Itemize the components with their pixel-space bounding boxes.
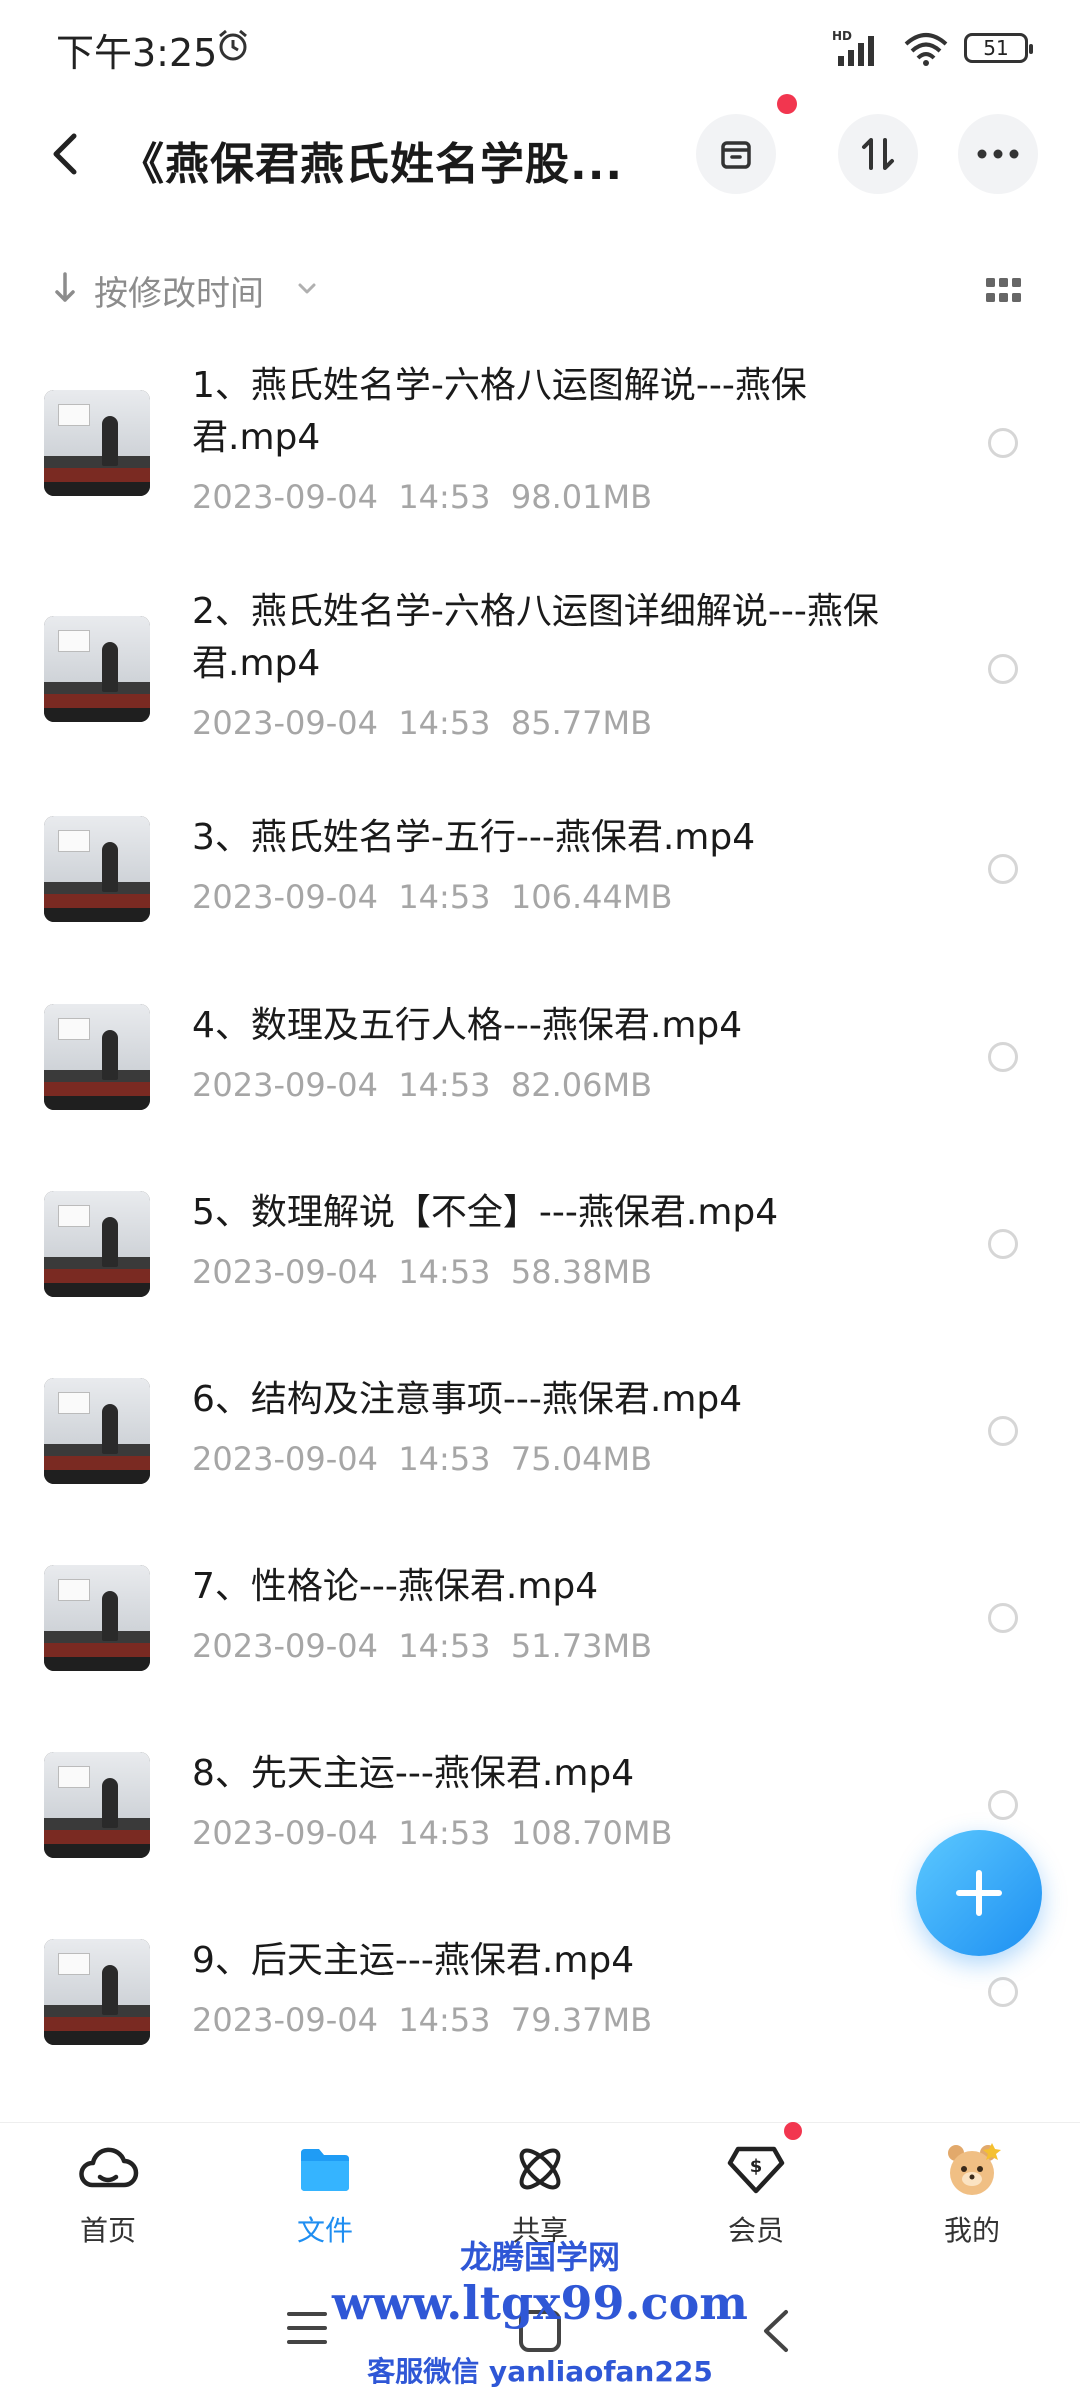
network-label: HD bbox=[832, 29, 852, 43]
archive-icon bbox=[721, 141, 751, 169]
cloud-icon bbox=[79, 2147, 139, 2188]
file-date: 2023-09-04 bbox=[192, 878, 378, 916]
file-meta: 2023-09-04 14:53 58.38MB bbox=[192, 1253, 652, 1291]
sort-label[interactable]: 按修改时间 bbox=[94, 266, 264, 315]
transfer-button[interactable] bbox=[838, 114, 918, 194]
notification-dot bbox=[777, 94, 797, 114]
video-thumbnail bbox=[44, 1565, 150, 1671]
file-time: 14:53 bbox=[398, 1814, 491, 1852]
signal-icon: HD bbox=[832, 29, 874, 66]
video-thumbnail bbox=[44, 1191, 150, 1297]
file-size: 58.38MB bbox=[510, 1253, 653, 1291]
back-button[interactable] bbox=[40, 126, 92, 182]
select-radio[interactable] bbox=[988, 854, 1018, 884]
file-meta: 2023-09-04 14:53 85.77MB bbox=[192, 704, 652, 742]
grid-view-icon[interactable] bbox=[986, 276, 1022, 306]
video-thumbnail bbox=[44, 1939, 150, 2045]
plus-icon bbox=[956, 1870, 1002, 1916]
file-time: 14:53 bbox=[398, 478, 491, 516]
file-date: 2023-09-04 bbox=[192, 704, 378, 742]
file-date: 2023-09-04 bbox=[192, 1814, 378, 1852]
avatar-icon bbox=[948, 2143, 1001, 2195]
vip-notification-dot bbox=[784, 2122, 802, 2140]
file-meta: 2023-09-04 14:53 108.70MB bbox=[192, 1814, 672, 1852]
status-bar: 下午3:25 HD 51 bbox=[0, 0, 1080, 96]
file-meta: 2023-09-04 14:53 79.37MB bbox=[192, 2001, 652, 2039]
atom-icon bbox=[519, 2148, 561, 2190]
status-time: 下午3:25 bbox=[56, 31, 218, 75]
file-date: 2023-09-04 bbox=[192, 1627, 378, 1665]
page-title: 《燕保君燕氏姓名学股... bbox=[120, 139, 624, 190]
file-time: 14:53 bbox=[398, 704, 491, 742]
file-name: 6、结构及注意事项---燕保君.mp4 bbox=[192, 1379, 743, 1420]
file-date: 2023-09-04 bbox=[192, 1066, 378, 1104]
file-size: 98.01MB bbox=[510, 478, 653, 516]
file-name: 3、燕氏姓名学-五行---燕保君.mp4 bbox=[192, 817, 756, 858]
select-radio[interactable] bbox=[988, 654, 1018, 684]
file-time: 14:53 bbox=[398, 1440, 491, 1478]
file-size: 75.04MB bbox=[510, 1440, 653, 1478]
archive-button[interactable] bbox=[696, 114, 776, 194]
battery-indicator: 51 bbox=[964, 33, 1033, 63]
file-size: 82.06MB bbox=[510, 1066, 653, 1104]
file-date: 2023-09-04 bbox=[192, 1253, 378, 1291]
file-meta: 2023-09-04 14:53 82.06MB bbox=[192, 1066, 652, 1104]
file-size: 51.73MB bbox=[510, 1627, 653, 1665]
watermark-contact: 客服微信 yanliaofan225 bbox=[367, 2355, 713, 2388]
file-date: 2023-09-04 bbox=[192, 1440, 378, 1478]
svg-text:$: $ bbox=[750, 2156, 763, 2177]
more-button[interactable] bbox=[958, 114, 1038, 194]
video-thumbnail bbox=[44, 1752, 150, 1858]
video-thumbnail bbox=[44, 816, 150, 922]
select-radio[interactable] bbox=[988, 1603, 1018, 1633]
header: 《燕保君燕氏姓名学股... bbox=[0, 100, 1080, 210]
file-meta: 2023-09-04 14:53 106.44MB bbox=[192, 878, 672, 916]
select-radio[interactable] bbox=[988, 1042, 1018, 1072]
file-meta: 2023-09-04 14:53 51.73MB bbox=[192, 1627, 652, 1665]
select-radio[interactable] bbox=[988, 1790, 1018, 1820]
battery-level: 51 bbox=[983, 36, 1009, 60]
file-name: 2、燕氏姓名学-六格八运图详细解说---燕保君.mp4 bbox=[192, 591, 879, 684]
wifi-icon bbox=[904, 33, 948, 66]
file-size: 106.44MB bbox=[510, 878, 673, 916]
file-time: 14:53 bbox=[398, 1066, 491, 1104]
file-size: 108.70MB bbox=[510, 1814, 673, 1852]
select-radio[interactable] bbox=[988, 1229, 1018, 1259]
file-name: 4、数理及五行人格---燕保君.mp4 bbox=[192, 1005, 743, 1046]
select-radio[interactable] bbox=[988, 1977, 1018, 2007]
file-date: 2023-09-04 bbox=[192, 478, 378, 516]
file-time: 14:53 bbox=[398, 1253, 491, 1291]
file-name: 9、后天主运---燕保君.mp4 bbox=[192, 1940, 635, 1981]
video-thumbnail bbox=[44, 1378, 150, 1484]
file-time: 14:53 bbox=[398, 2001, 491, 2039]
file-meta: 2023-09-04 14:53 98.01MB bbox=[192, 478, 652, 516]
watermark-site-name: 龙腾国学网 bbox=[459, 2238, 620, 2276]
sort-bar[interactable]: 按修改时间 bbox=[0, 250, 1080, 330]
select-radio[interactable] bbox=[988, 1416, 1018, 1446]
file-meta: 2023-09-04 14:53 75.04MB bbox=[192, 1440, 652, 1478]
file-size: 85.77MB bbox=[510, 704, 653, 742]
file-name: 7、性格论---燕保君.mp4 bbox=[192, 1566, 599, 1607]
add-button[interactable] bbox=[916, 1830, 1042, 1956]
sort-arrow-icon bbox=[55, 272, 75, 302]
diamond-icon: $ bbox=[727, 2146, 785, 2194]
file-name: 5、数理解说【不全】---燕保君.mp4 bbox=[192, 1192, 779, 1233]
video-thumbnail bbox=[44, 390, 150, 496]
watermark-url: www.ltgx99.com bbox=[332, 2276, 748, 2330]
video-thumbnail bbox=[44, 1004, 150, 1110]
video-thumbnail bbox=[44, 616, 150, 722]
file-size: 79.37MB bbox=[510, 2001, 653, 2039]
select-radio[interactable] bbox=[988, 428, 1018, 458]
file-name: 8、先天主运---燕保君.mp4 bbox=[192, 1753, 635, 1794]
chevron-down-icon bbox=[298, 283, 316, 294]
file-time: 14:53 bbox=[398, 878, 491, 916]
folder-icon bbox=[301, 2149, 349, 2191]
file-time: 14:53 bbox=[398, 1627, 491, 1665]
more-icon bbox=[977, 149, 1019, 159]
transfer-icon bbox=[862, 138, 894, 170]
file-date: 2023-09-04 bbox=[192, 2001, 378, 2039]
alarm-icon bbox=[219, 29, 247, 61]
file-name: 1、燕氏姓名学-六格八运图解说---燕保君.mp4 bbox=[192, 365, 807, 458]
